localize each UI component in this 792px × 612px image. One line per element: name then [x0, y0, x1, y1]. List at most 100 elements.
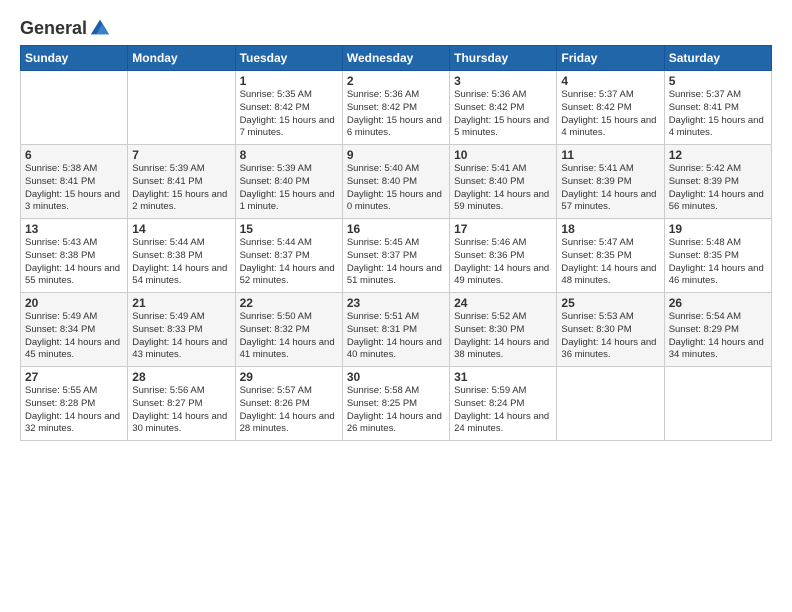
day-number: 11: [561, 148, 659, 162]
logo-icon: [89, 16, 111, 38]
day-number: 17: [454, 222, 552, 236]
calendar-cell: 1Sunrise: 5:35 AM Sunset: 8:42 PM Daylig…: [235, 71, 342, 145]
day-number: 31: [454, 370, 552, 384]
calendar-cell: 23Sunrise: 5:51 AM Sunset: 8:31 PM Dayli…: [342, 293, 449, 367]
calendar-cell: [664, 367, 771, 441]
day-number: 21: [132, 296, 230, 310]
day-info: Sunrise: 5:46 AM Sunset: 8:36 PM Dayligh…: [454, 237, 552, 288]
calendar-cell: 8Sunrise: 5:39 AM Sunset: 8:40 PM Daylig…: [235, 145, 342, 219]
day-info: Sunrise: 5:44 AM Sunset: 8:37 PM Dayligh…: [240, 237, 338, 288]
day-number: 22: [240, 296, 338, 310]
day-info: Sunrise: 5:49 AM Sunset: 8:33 PM Dayligh…: [132, 311, 230, 362]
calendar-cell: 18Sunrise: 5:47 AM Sunset: 8:35 PM Dayli…: [557, 219, 664, 293]
calendar-table: SundayMondayTuesdayWednesdayThursdayFrid…: [20, 45, 772, 441]
calendar-cell: 11Sunrise: 5:41 AM Sunset: 8:39 PM Dayli…: [557, 145, 664, 219]
calendar-cell: 4Sunrise: 5:37 AM Sunset: 8:42 PM Daylig…: [557, 71, 664, 145]
day-number: 2: [347, 74, 445, 88]
calendar-cell: 27Sunrise: 5:55 AM Sunset: 8:28 PM Dayli…: [21, 367, 128, 441]
day-info: Sunrise: 5:51 AM Sunset: 8:31 PM Dayligh…: [347, 311, 445, 362]
day-info: Sunrise: 5:40 AM Sunset: 8:40 PM Dayligh…: [347, 163, 445, 214]
day-number: 16: [347, 222, 445, 236]
day-info: Sunrise: 5:57 AM Sunset: 8:26 PM Dayligh…: [240, 385, 338, 436]
week-row-0: 1Sunrise: 5:35 AM Sunset: 8:42 PM Daylig…: [21, 71, 772, 145]
calendar-cell: 25Sunrise: 5:53 AM Sunset: 8:30 PM Dayli…: [557, 293, 664, 367]
day-info: Sunrise: 5:36 AM Sunset: 8:42 PM Dayligh…: [347, 89, 445, 140]
day-number: 3: [454, 74, 552, 88]
day-number: 15: [240, 222, 338, 236]
calendar-cell: 12Sunrise: 5:42 AM Sunset: 8:39 PM Dayli…: [664, 145, 771, 219]
day-info: Sunrise: 5:41 AM Sunset: 8:40 PM Dayligh…: [454, 163, 552, 214]
day-number: 13: [25, 222, 123, 236]
day-number: 5: [669, 74, 767, 88]
day-info: Sunrise: 5:41 AM Sunset: 8:39 PM Dayligh…: [561, 163, 659, 214]
weekday-header-row: SundayMondayTuesdayWednesdayThursdayFrid…: [21, 46, 772, 71]
day-info: Sunrise: 5:53 AM Sunset: 8:30 PM Dayligh…: [561, 311, 659, 362]
weekday-header-saturday: Saturday: [664, 46, 771, 71]
day-info: Sunrise: 5:52 AM Sunset: 8:30 PM Dayligh…: [454, 311, 552, 362]
calendar-cell: 15Sunrise: 5:44 AM Sunset: 8:37 PM Dayli…: [235, 219, 342, 293]
day-info: Sunrise: 5:36 AM Sunset: 8:42 PM Dayligh…: [454, 89, 552, 140]
weekday-header-tuesday: Tuesday: [235, 46, 342, 71]
calendar-cell: [557, 367, 664, 441]
week-row-4: 27Sunrise: 5:55 AM Sunset: 8:28 PM Dayli…: [21, 367, 772, 441]
day-info: Sunrise: 5:37 AM Sunset: 8:41 PM Dayligh…: [669, 89, 767, 140]
day-number: 27: [25, 370, 123, 384]
day-info: Sunrise: 5:39 AM Sunset: 8:41 PM Dayligh…: [132, 163, 230, 214]
weekday-header-wednesday: Wednesday: [342, 46, 449, 71]
calendar-cell: 30Sunrise: 5:58 AM Sunset: 8:25 PM Dayli…: [342, 367, 449, 441]
day-number: 18: [561, 222, 659, 236]
calendar-cell: 24Sunrise: 5:52 AM Sunset: 8:30 PM Dayli…: [450, 293, 557, 367]
day-number: 30: [347, 370, 445, 384]
calendar-cell: [128, 71, 235, 145]
day-info: Sunrise: 5:56 AM Sunset: 8:27 PM Dayligh…: [132, 385, 230, 436]
logo: General: [20, 18, 111, 35]
calendar-cell: 9Sunrise: 5:40 AM Sunset: 8:40 PM Daylig…: [342, 145, 449, 219]
calendar-cell: 10Sunrise: 5:41 AM Sunset: 8:40 PM Dayli…: [450, 145, 557, 219]
weekday-header-thursday: Thursday: [450, 46, 557, 71]
day-number: 23: [347, 296, 445, 310]
day-info: Sunrise: 5:43 AM Sunset: 8:38 PM Dayligh…: [25, 237, 123, 288]
calendar-cell: 31Sunrise: 5:59 AM Sunset: 8:24 PM Dayli…: [450, 367, 557, 441]
day-number: 26: [669, 296, 767, 310]
calendar-cell: 19Sunrise: 5:48 AM Sunset: 8:35 PM Dayli…: [664, 219, 771, 293]
day-number: 24: [454, 296, 552, 310]
calendar-cell: 6Sunrise: 5:38 AM Sunset: 8:41 PM Daylig…: [21, 145, 128, 219]
calendar-cell: 21Sunrise: 5:49 AM Sunset: 8:33 PM Dayli…: [128, 293, 235, 367]
day-info: Sunrise: 5:35 AM Sunset: 8:42 PM Dayligh…: [240, 89, 338, 140]
day-number: 25: [561, 296, 659, 310]
header: General: [20, 18, 772, 35]
day-info: Sunrise: 5:38 AM Sunset: 8:41 PM Dayligh…: [25, 163, 123, 214]
day-number: 29: [240, 370, 338, 384]
day-number: 6: [25, 148, 123, 162]
week-row-3: 20Sunrise: 5:49 AM Sunset: 8:34 PM Dayli…: [21, 293, 772, 367]
day-info: Sunrise: 5:39 AM Sunset: 8:40 PM Dayligh…: [240, 163, 338, 214]
day-info: Sunrise: 5:50 AM Sunset: 8:32 PM Dayligh…: [240, 311, 338, 362]
day-number: 4: [561, 74, 659, 88]
day-number: 28: [132, 370, 230, 384]
day-info: Sunrise: 5:42 AM Sunset: 8:39 PM Dayligh…: [669, 163, 767, 214]
day-number: 10: [454, 148, 552, 162]
day-info: Sunrise: 5:44 AM Sunset: 8:38 PM Dayligh…: [132, 237, 230, 288]
calendar-cell: 5Sunrise: 5:37 AM Sunset: 8:41 PM Daylig…: [664, 71, 771, 145]
weekday-header-monday: Monday: [128, 46, 235, 71]
calendar-cell: 20Sunrise: 5:49 AM Sunset: 8:34 PM Dayli…: [21, 293, 128, 367]
weekday-header-friday: Friday: [557, 46, 664, 71]
calendar-cell: 14Sunrise: 5:44 AM Sunset: 8:38 PM Dayli…: [128, 219, 235, 293]
calendar-cell: 26Sunrise: 5:54 AM Sunset: 8:29 PM Dayli…: [664, 293, 771, 367]
day-info: Sunrise: 5:55 AM Sunset: 8:28 PM Dayligh…: [25, 385, 123, 436]
day-info: Sunrise: 5:45 AM Sunset: 8:37 PM Dayligh…: [347, 237, 445, 288]
calendar-cell: 28Sunrise: 5:56 AM Sunset: 8:27 PM Dayli…: [128, 367, 235, 441]
day-number: 20: [25, 296, 123, 310]
day-info: Sunrise: 5:48 AM Sunset: 8:35 PM Dayligh…: [669, 237, 767, 288]
day-number: 8: [240, 148, 338, 162]
calendar-cell: 16Sunrise: 5:45 AM Sunset: 8:37 PM Dayli…: [342, 219, 449, 293]
calendar-cell: 3Sunrise: 5:36 AM Sunset: 8:42 PM Daylig…: [450, 71, 557, 145]
page: General SundayMondayTuesdayWednesdayThur…: [0, 0, 792, 612]
day-number: 19: [669, 222, 767, 236]
day-info: Sunrise: 5:54 AM Sunset: 8:29 PM Dayligh…: [669, 311, 767, 362]
calendar-cell: 13Sunrise: 5:43 AM Sunset: 8:38 PM Dayli…: [21, 219, 128, 293]
day-number: 9: [347, 148, 445, 162]
calendar-cell: 17Sunrise: 5:46 AM Sunset: 8:36 PM Dayli…: [450, 219, 557, 293]
day-info: Sunrise: 5:47 AM Sunset: 8:35 PM Dayligh…: [561, 237, 659, 288]
day-info: Sunrise: 5:58 AM Sunset: 8:25 PM Dayligh…: [347, 385, 445, 436]
